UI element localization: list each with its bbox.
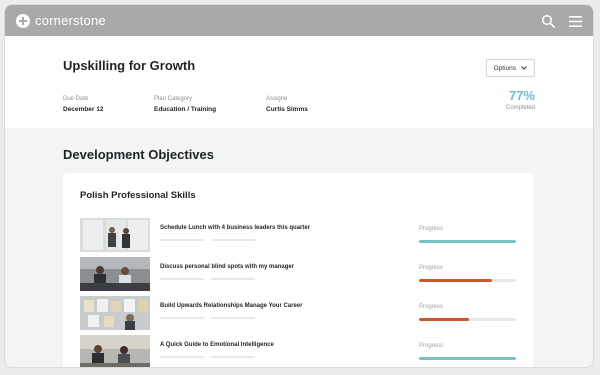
- objective-item[interactable]: Schedule Lunch with 4 business leaders t…: [80, 218, 520, 252]
- placeholder-line: [211, 317, 255, 319]
- objective-item[interactable]: A Quick Guide to Emotional Intelligence …: [80, 335, 520, 367]
- item-thumbnail: [80, 296, 150, 330]
- options-button-label: Options: [493, 64, 516, 72]
- plan-category-value: Education / Training: [154, 106, 217, 113]
- placeholder-line: [160, 317, 204, 319]
- due-date-field: Due Date December 12: [63, 96, 103, 113]
- placeholder-line: [211, 239, 255, 241]
- placeholder-line: [160, 278, 204, 280]
- objective-title: Polish Professional Skills: [80, 190, 196, 201]
- item-title: Build Upwards Relationships Manage Your …: [160, 303, 303, 309]
- progress-bar: [419, 240, 516, 243]
- placeholder-line: [160, 356, 204, 358]
- completion-label: Completed: [505, 105, 535, 111]
- item-title: Schedule Lunch with 4 business leaders t…: [160, 225, 311, 231]
- page-title: Upskilling for Growth: [63, 58, 196, 73]
- progress-bar: [419, 279, 516, 282]
- progress-label: Progress: [419, 226, 444, 232]
- logo-mark-icon: [16, 13, 30, 28]
- search-icon[interactable]: [541, 14, 555, 28]
- progress-fill: [419, 240, 516, 243]
- assignee-label: Assigne: [266, 96, 288, 102]
- due-date-label: Due Date: [63, 96, 89, 102]
- top-navigation-bar: cornerstone: [5, 5, 593, 36]
- progress-fill: [419, 279, 492, 282]
- cornerstone-logo[interactable]: cornerstone: [16, 13, 106, 28]
- placeholder-line: [211, 278, 255, 280]
- assignee-value: Curtis Simms: [266, 106, 308, 113]
- completion-summary: 77% Completed: [506, 88, 535, 111]
- progress-bar: [419, 357, 516, 360]
- item-thumbnail: [80, 257, 150, 291]
- plan-category-field: Plan Category Education / Training: [154, 96, 216, 113]
- options-button[interactable]: Options: [485, 59, 535, 77]
- placeholder-line: [160, 239, 204, 241]
- section-title: Development Objectives: [63, 147, 214, 162]
- progress-bar: [419, 318, 516, 321]
- completion-percent: 77%: [508, 88, 535, 103]
- item-title: A Quick Guide to Emotional Intelligence: [160, 342, 274, 348]
- objective-card: Polish Professional Skills Schedule Lunc…: [63, 173, 533, 367]
- brand-name: cornerstone: [35, 13, 106, 28]
- progress-label: Progress: [419, 265, 444, 271]
- progress-fill: [419, 318, 470, 321]
- objective-item[interactable]: Discuss personal blind spots with my man…: [80, 257, 520, 291]
- plan-category-label: Plan Category: [154, 96, 193, 102]
- progress-label: Progress: [419, 343, 444, 349]
- app-window: cornerstone Upskilling for Growth Option…: [5, 5, 593, 367]
- item-title: Discuss personal blind spots with my man…: [160, 264, 295, 270]
- placeholder-line: [211, 356, 255, 358]
- assignee-field: Assigne Curtis Simms: [266, 96, 308, 113]
- progress-label: Progress: [419, 304, 444, 310]
- menu-icon[interactable]: [569, 16, 582, 27]
- item-thumbnail: [80, 335, 150, 367]
- due-date-value: December 12: [63, 106, 104, 113]
- plan-header: Upskilling for Growth Options Due Date D…: [5, 36, 593, 128]
- item-thumbnail: [80, 218, 150, 252]
- chevron-down-icon: [521, 66, 527, 70]
- progress-fill: [419, 357, 516, 360]
- objective-item[interactable]: Build Upwards Relationships Manage Your …: [80, 296, 520, 330]
